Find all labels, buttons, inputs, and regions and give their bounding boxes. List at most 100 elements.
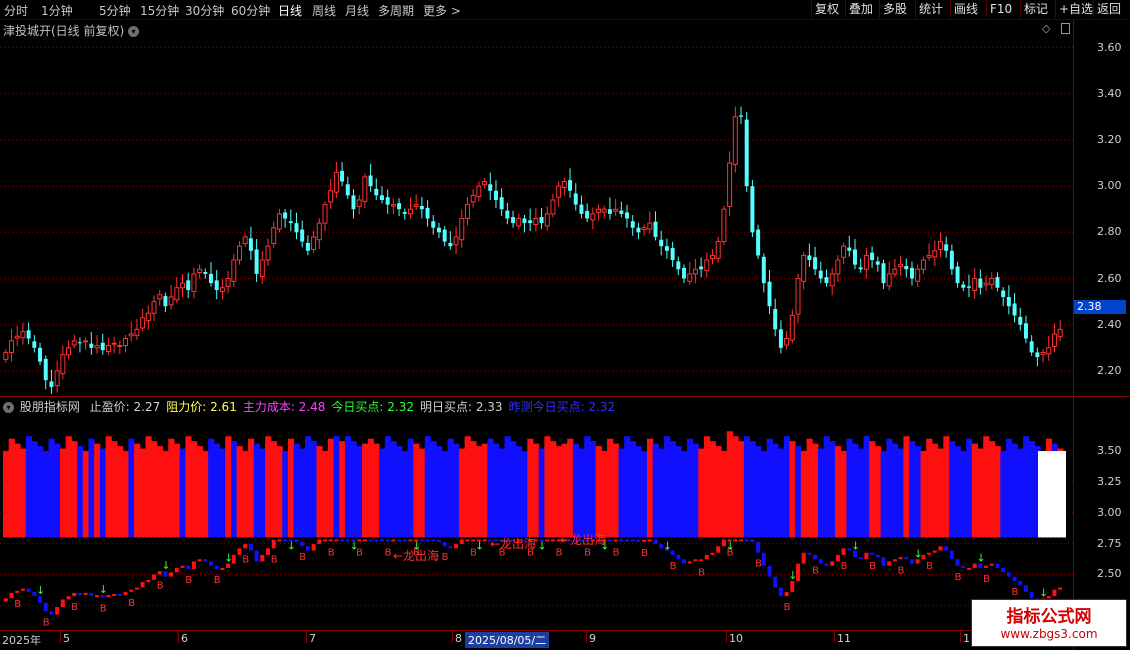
indicator-column xyxy=(1017,448,1024,538)
candle xyxy=(1051,323,1057,353)
indicator-column xyxy=(800,451,808,538)
period-5min[interactable]: 5分钟 xyxy=(99,2,131,19)
indicator-candle xyxy=(391,539,396,542)
button-tongji[interactable]: 统计 xyxy=(915,0,946,18)
candle xyxy=(710,249,716,265)
indicator-column xyxy=(504,436,511,538)
period-daily[interactable]: 日线 xyxy=(278,2,302,19)
candle xyxy=(801,251,807,290)
indicator-column xyxy=(458,448,466,538)
price-tick-label: 2.80 xyxy=(1097,225,1122,239)
indicator-candle xyxy=(322,539,327,542)
indicator-candle xyxy=(1006,572,1011,577)
button-zixuan[interactable]: +自选 xyxy=(1055,0,1096,18)
period-weekly[interactable]: 周线 xyxy=(312,2,336,19)
indicator-candle xyxy=(317,539,322,545)
button-f10[interactable]: F10 xyxy=(986,0,1015,18)
indicator-candle xyxy=(813,554,818,560)
button-huaxian[interactable]: 画线 xyxy=(950,0,981,18)
button-diejia[interactable]: 叠加 xyxy=(845,0,876,18)
signal-letter: B xyxy=(185,575,192,586)
period-15min[interactable]: 15分钟 xyxy=(140,2,179,19)
indicator-column xyxy=(966,438,973,538)
period-1min[interactable]: 1分钟 xyxy=(41,2,73,19)
indicator-chart[interactable]: B↓BB B↓BB↓B B↓ B B↓B B↓B B B↓B B↓B B↓B B↓B B↓BBB↓BB… xyxy=(0,414,1073,630)
indicator-column xyxy=(151,441,158,538)
indicator-column xyxy=(646,438,654,538)
candle xyxy=(26,322,31,345)
candle xyxy=(231,253,237,288)
indicator-column xyxy=(1028,441,1036,538)
indicator-candle xyxy=(904,557,909,560)
indicator-column xyxy=(760,451,768,538)
indicator-column xyxy=(356,446,363,538)
candle xyxy=(431,215,436,235)
candle xyxy=(145,305,151,330)
axis-divider xyxy=(1073,20,1074,650)
indicator-candle xyxy=(881,557,886,566)
indicator-column xyxy=(567,438,574,538)
candle xyxy=(209,262,214,287)
period-multi[interactable]: 多周期 xyxy=(378,2,414,19)
button-duogu[interactable]: 多股 xyxy=(879,0,910,18)
indicator-candle xyxy=(687,561,692,564)
period-toolbar: 分时 1分钟 5分钟 15分钟 30分钟 60分钟 日线 周线 月线 多周期 更… xyxy=(0,0,1130,20)
candle xyxy=(419,196,424,219)
indicator-column xyxy=(601,451,608,538)
signal-letter: B xyxy=(271,554,278,565)
button-fuquan[interactable]: 复权 xyxy=(811,0,842,18)
indicator-column xyxy=(436,446,443,538)
period-60min[interactable]: 60分钟 xyxy=(231,2,270,19)
button-biaoji[interactable]: 标记 xyxy=(1020,0,1051,18)
indicator-candle xyxy=(989,563,994,566)
indicator-column xyxy=(384,436,392,538)
candle xyxy=(858,258,863,273)
indicator-candle xyxy=(129,589,134,592)
candle xyxy=(789,309,795,344)
indicator-column xyxy=(783,436,790,538)
period-fenshi[interactable]: 分时 xyxy=(4,2,28,19)
indicator-column xyxy=(983,436,990,538)
signal-letter: B xyxy=(841,561,848,572)
indicator-column xyxy=(829,441,836,538)
signal-letter: B xyxy=(584,547,591,558)
candle xyxy=(1018,307,1023,331)
indicator-candle xyxy=(89,592,94,597)
indicator-column xyxy=(835,446,842,538)
indicator-candle xyxy=(123,591,128,596)
candlestick-chart[interactable] xyxy=(0,36,1073,394)
candle xyxy=(704,252,710,278)
buy-arrow-icon: ↓ xyxy=(851,539,860,552)
indicator-column xyxy=(225,436,232,538)
indicator-candle xyxy=(186,565,191,570)
indicator-column xyxy=(202,451,209,538)
period-30min[interactable]: 30分钟 xyxy=(185,2,224,19)
period-more[interactable]: 更多 > xyxy=(423,2,461,19)
button-fanhui[interactable]: 返回 xyxy=(1093,0,1124,18)
diamond-icon[interactable]: ◇ xyxy=(1042,22,1050,35)
indicator-column xyxy=(635,446,642,538)
indicator-column xyxy=(396,446,403,538)
indicator-item: 主力成本: 2.48 xyxy=(242,400,326,414)
indicator-candle xyxy=(699,559,704,562)
indicator-candle xyxy=(482,539,487,542)
scrollbar-icon[interactable] xyxy=(1061,23,1070,34)
indicator-candle xyxy=(898,557,903,560)
candle xyxy=(180,274,186,297)
candle xyxy=(920,256,926,274)
indicator-candle xyxy=(300,541,305,547)
indicator-header: ▾ 股朋指标网 止盈价: 2.27 阻力价: 2.61 主力成本: 2.48 今日买点… xyxy=(3,398,627,415)
indicator-column xyxy=(658,448,665,538)
candle xyxy=(875,256,880,272)
candle xyxy=(345,176,350,199)
candle xyxy=(1046,336,1052,361)
date-tick-label: 11 xyxy=(837,632,851,645)
candle xyxy=(111,336,117,354)
indicator-column xyxy=(299,448,306,538)
indicator-column xyxy=(550,441,557,538)
indicator-column xyxy=(703,436,711,538)
period-monthly[interactable]: 月线 xyxy=(345,2,369,19)
candle xyxy=(157,289,163,306)
indicator-column xyxy=(430,441,437,538)
chevron-down-circle-icon[interactable]: ▾ xyxy=(3,402,14,413)
